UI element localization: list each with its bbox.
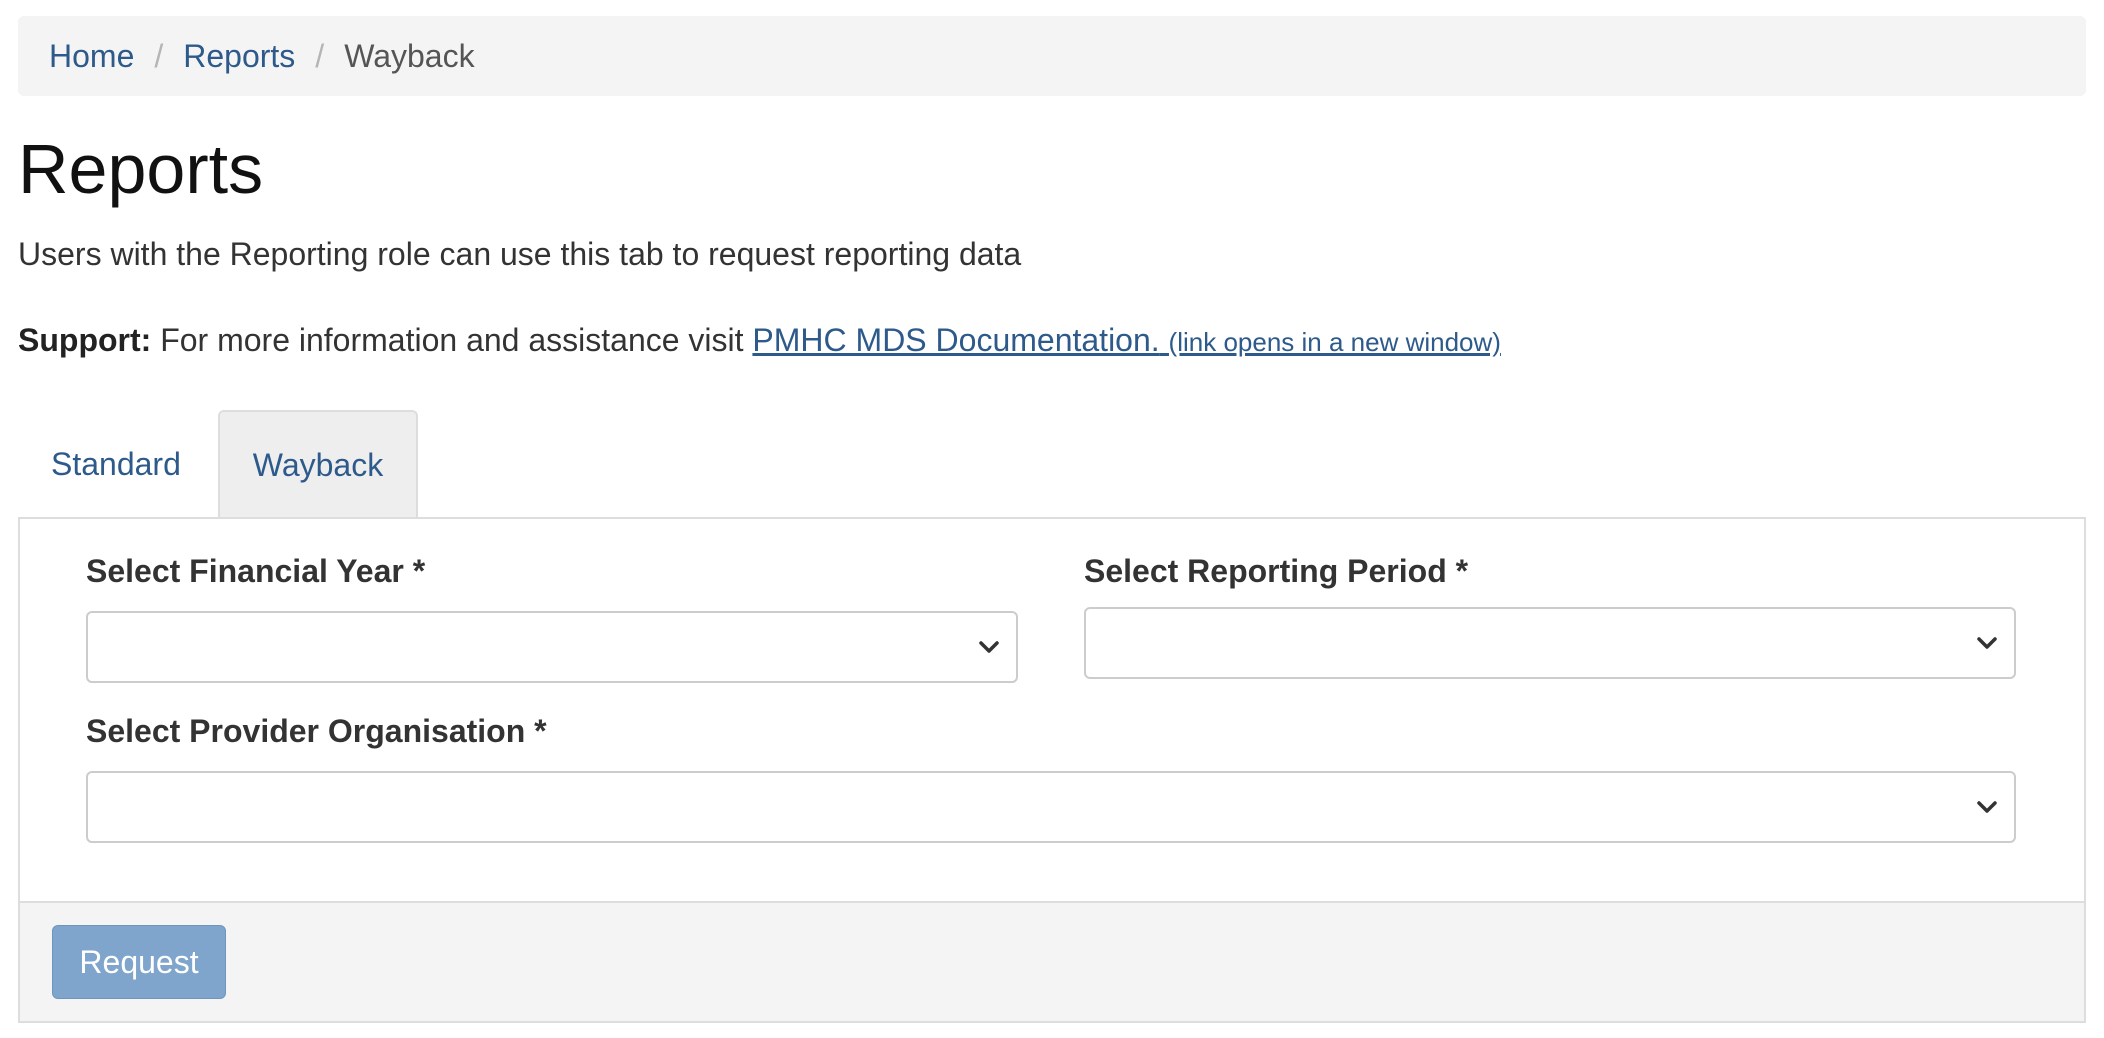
page-container: Home / Reports / Wayback Reports Users w… (18, 16, 2086, 1023)
breadcrumb-separator: / (315, 37, 325, 74)
provider-organisation-label: Select Provider Organisation * (86, 713, 547, 749)
financial-year-select[interactable] (86, 611, 1018, 683)
page-title: Reports (18, 130, 264, 208)
support-label: Support: (18, 322, 152, 358)
tab-standard[interactable]: Standard (18, 410, 218, 518)
documentation-link-note: (link opens in a new window) (1168, 327, 1501, 357)
breadcrumb-reports[interactable]: Reports (183, 38, 295, 75)
report-tabs: Standard Wayback (18, 410, 418, 518)
breadcrumb-separator: / (154, 37, 164, 74)
tab-wayback[interactable]: Wayback (218, 410, 418, 518)
chevron-down-icon (979, 641, 999, 653)
documentation-link[interactable]: PMHC MDS Documentation. (link opens in a… (752, 322, 1501, 358)
support-text: Support: For more information and assist… (18, 322, 1501, 359)
support-description: For more information and assistance visi… (160, 322, 744, 358)
chevron-down-icon (1977, 801, 1997, 813)
chevron-down-icon (1977, 637, 1997, 649)
breadcrumb-current: Wayback (344, 37, 475, 74)
breadcrumb: Home / Reports / Wayback (18, 16, 2086, 96)
reporting-period-select[interactable] (1084, 607, 2016, 679)
reporting-period-label: Select Reporting Period * (1084, 553, 1469, 589)
wayback-form-panel: Select Financial Year * Select Reporting… (18, 517, 2086, 1023)
form-footer: Request (20, 901, 2084, 1021)
page-subtitle: Users with the Reporting role can use th… (18, 236, 1022, 272)
financial-year-label: Select Financial Year * (86, 553, 426, 589)
breadcrumb-home[interactable]: Home (49, 38, 134, 75)
provider-organisation-select[interactable] (86, 771, 2016, 843)
documentation-link-text: PMHC MDS Documentation. (752, 322, 1160, 358)
request-button[interactable]: Request (52, 925, 226, 999)
